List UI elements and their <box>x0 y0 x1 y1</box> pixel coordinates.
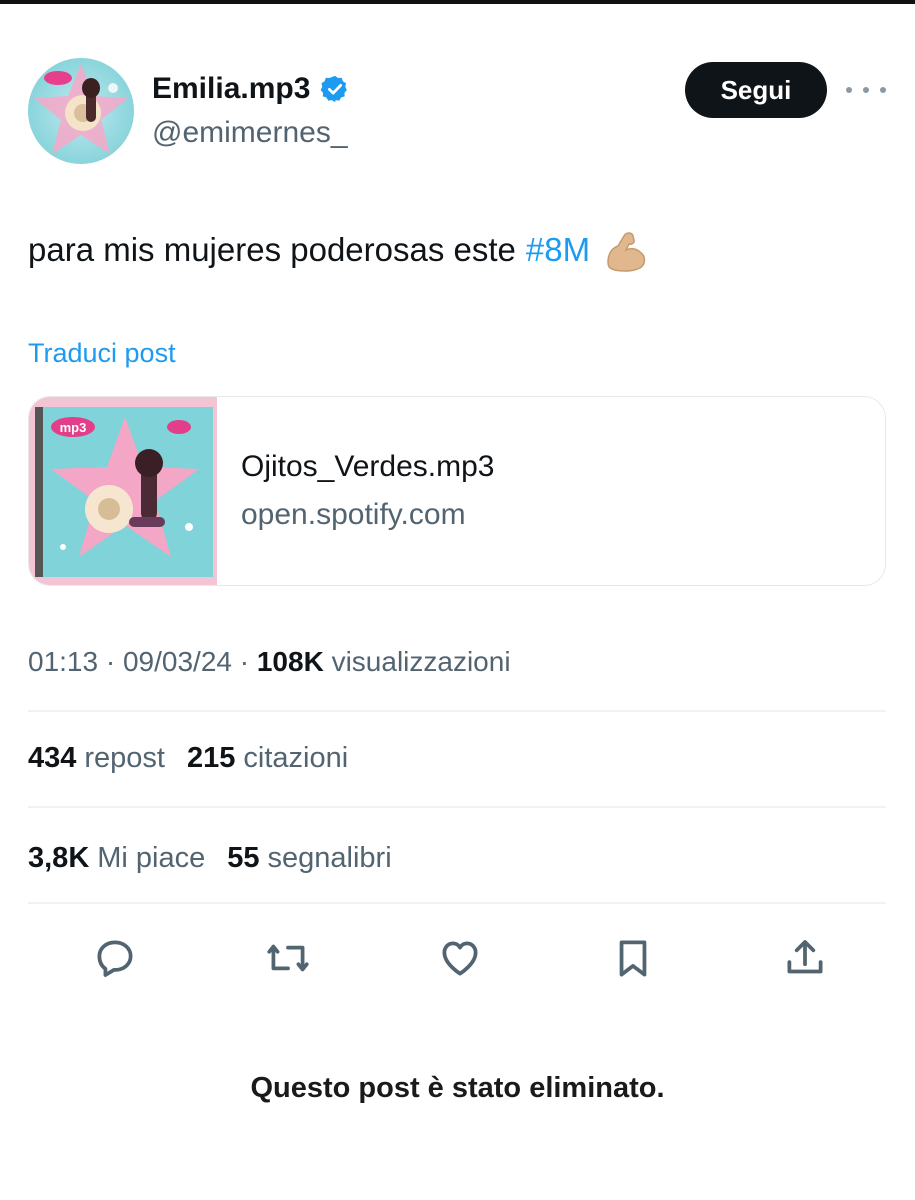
display-name[interactable]: Emilia.mp3 <box>152 72 310 106</box>
link-card[interactable]: mp3 Ojitos_Verdes.mp3 open.spotify.com <box>28 396 886 586</box>
divider <box>28 902 886 904</box>
top-border <box>0 0 915 4</box>
reposts-stat[interactable]: 434 repost <box>28 742 165 775</box>
more-icon[interactable] <box>846 76 886 104</box>
translate-post-link[interactable]: Traduci post <box>28 338 176 369</box>
card-domain: open.spotify.com <box>241 498 466 531</box>
reposts-count: 434 <box>28 742 77 774</box>
follow-button[interactable]: Segui <box>685 62 827 118</box>
views-label: visualizzazioni <box>331 646 511 677</box>
repost-stats-row: 434 repost 215 citazioni <box>28 742 348 775</box>
svg-text:mp3: mp3 <box>60 420 87 435</box>
meta-separator: · <box>239 646 250 677</box>
meta-separator: · <box>105 646 116 677</box>
quotes-label: citazioni <box>243 742 349 774</box>
hashtag-link[interactable]: #8M <box>526 231 590 269</box>
quotes-count: 215 <box>187 742 236 774</box>
flexed-biceps-icon <box>590 228 650 272</box>
verified-badge-icon <box>320 74 350 104</box>
likes-stats-row: 3,8K Mi piace 55 segnalibri <box>28 842 392 875</box>
card-info: Ojitos_Verdes.mp3 open.spotify.com <box>217 397 494 585</box>
reposts-label: repost <box>84 742 165 774</box>
divider <box>28 710 886 712</box>
divider <box>28 806 886 808</box>
quotes-stat[interactable]: 215 citazioni <box>187 742 348 775</box>
post-date[interactable]: 09/03/24 <box>123 646 232 677</box>
avatar[interactable] <box>28 58 134 164</box>
bookmark-icon[interactable] <box>608 933 658 983</box>
deleted-notice: Questo post è stato eliminato. <box>250 1072 665 1104</box>
post-text: para mis mujeres poderosas este #8M <box>28 228 650 272</box>
post-body: para mis mujeres poderosas este <box>28 231 516 268</box>
user-handle[interactable]: @emimernes_ <box>152 116 348 150</box>
repost-icon[interactable] <box>263 933 313 983</box>
card-title: Ojitos_Verdes.mp3 <box>241 450 495 483</box>
views-count: 108K <box>256 646 324 677</box>
likes-count: 3,8K <box>28 842 90 874</box>
post-meta: 01:13 · 09/03/24 · 108K visualizzazioni <box>28 646 511 678</box>
bookmarks-count: 55 <box>227 842 260 874</box>
action-bar <box>90 930 830 986</box>
bookmarks-label: segnalibri <box>267 842 392 874</box>
likes-stat[interactable]: 3,8K Mi piace <box>28 842 205 875</box>
reply-icon[interactable] <box>90 933 140 983</box>
post-time[interactable]: 01:13 <box>28 646 98 677</box>
share-icon[interactable] <box>780 933 830 983</box>
likes-label: Mi piace <box>97 842 206 874</box>
like-icon[interactable] <box>435 933 485 983</box>
name-row: Emilia.mp3 <box>152 72 350 106</box>
bookmarks-stat[interactable]: 55 segnalibri <box>227 842 391 875</box>
album-cover-image: mp3 <box>29 397 217 585</box>
